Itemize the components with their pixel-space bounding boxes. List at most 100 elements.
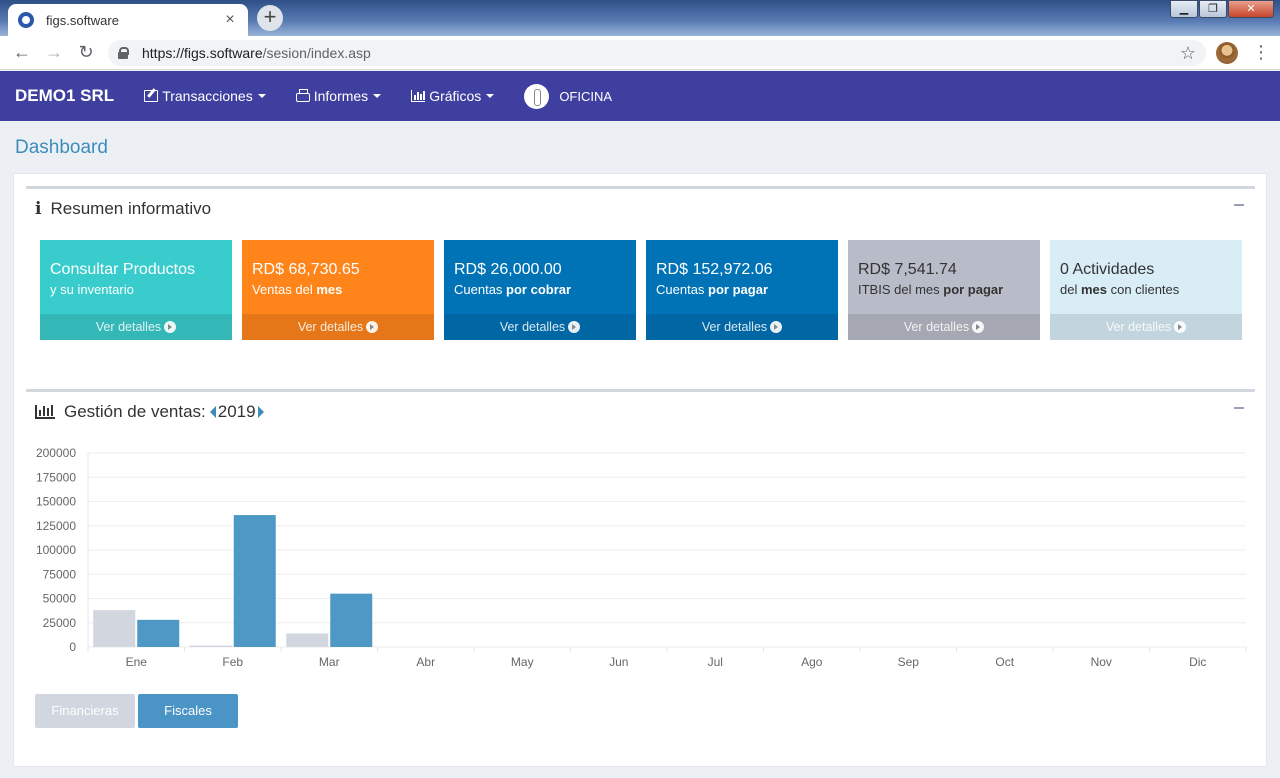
window-controls: ▁ ❐ ✕ bbox=[1169, 0, 1274, 18]
bar bbox=[189, 645, 232, 647]
y-tick-label: 175000 bbox=[36, 470, 76, 484]
arrow-circle-right-icon bbox=[770, 321, 783, 333]
bar-chart-icon bbox=[35, 405, 55, 419]
sales-year: 2019 bbox=[217, 402, 256, 421]
site-favicon-icon bbox=[18, 12, 34, 28]
tile-productos: Consultar Productos y su inventario Ver … bbox=[40, 240, 232, 340]
summary-box-header: i Resumen informativo bbox=[26, 189, 1255, 229]
nav-graficos[interactable]: Gráficos bbox=[411, 88, 495, 104]
tile-main: RD$ 68,730.65 bbox=[252, 261, 360, 278]
sales-title: Gestión de ventas: bbox=[64, 402, 206, 421]
print-icon bbox=[295, 88, 310, 102]
ver-detalles-link[interactable]: Ver detalles bbox=[646, 314, 838, 340]
tile-main: RD$ 7,541.74 bbox=[858, 261, 957, 278]
arrow-circle-right-icon bbox=[1174, 321, 1187, 333]
nav-graficos-label: Gráficos bbox=[429, 88, 482, 104]
new-tab-button[interactable]: + bbox=[257, 5, 283, 31]
nav-transacciones[interactable]: Transacciones bbox=[144, 88, 266, 104]
office-logo-icon bbox=[524, 83, 550, 109]
info-icon: i bbox=[35, 199, 42, 219]
tile-sub: ITBIS del mes por pagar bbox=[858, 282, 1004, 297]
y-tick-label: 50000 bbox=[43, 592, 77, 606]
collapse-sales-button[interactable] bbox=[1233, 402, 1245, 414]
profile-avatar[interactable] bbox=[1216, 42, 1238, 64]
tile-sub: Ventas del mes bbox=[252, 282, 343, 297]
sales-box: Gestión de ventas: 2019 0 25000 50000 75000… bbox=[26, 389, 1255, 736]
brand-name[interactable]: DEMO1 SRL bbox=[15, 86, 114, 106]
summary-tiles: Consultar Productos y su inventario Ver … bbox=[40, 240, 1252, 340]
tab-close-icon[interactable]: × bbox=[222, 12, 238, 28]
x-tick-label: Dic bbox=[1189, 655, 1206, 669]
caret-down-icon bbox=[257, 94, 266, 98]
back-button[interactable]: ← bbox=[6, 42, 38, 63]
y-tick-label: 100000 bbox=[36, 543, 76, 557]
content-container: i Resumen informativo Consultar Producto… bbox=[13, 173, 1267, 767]
nav-informes-label: Informes bbox=[313, 88, 369, 104]
bar bbox=[286, 633, 329, 647]
browser-toolbar: ← → ↻ https://figs.software/sesion/index… bbox=[0, 36, 1280, 70]
tab-title: figs.software bbox=[46, 12, 119, 28]
ver-detalles-link[interactable]: Ver detalles bbox=[444, 314, 636, 340]
office-label: OFICINA bbox=[559, 88, 613, 104]
bookmark-star-icon[interactable]: ☆ bbox=[1180, 43, 1196, 64]
next-year-icon[interactable] bbox=[257, 406, 264, 418]
y-tick-label: 200000 bbox=[36, 446, 76, 460]
minimize-button[interactable]: ▁ bbox=[1170, 0, 1198, 18]
bar-chart-icon bbox=[411, 90, 426, 102]
y-tick-label: 150000 bbox=[36, 495, 76, 509]
ver-detalles-link[interactable]: Ver detalles bbox=[848, 314, 1040, 340]
reload-button[interactable]: ↻ bbox=[70, 42, 102, 63]
caret-down-icon bbox=[486, 94, 495, 98]
ver-detalles-link[interactable]: Ver detalles bbox=[40, 314, 232, 340]
sales-box-header: Gestión de ventas: 2019 bbox=[26, 392, 1255, 432]
browser-menu-icon[interactable]: ⋮ bbox=[1252, 42, 1270, 62]
arrow-circle-right-icon bbox=[164, 321, 177, 333]
x-tick-label: Jun bbox=[609, 655, 628, 669]
tile-main: 0 Actividades bbox=[1060, 261, 1155, 278]
chart-mode-buttons: Financieras Fiscales bbox=[35, 694, 241, 728]
prev-year-icon[interactable] bbox=[209, 406, 216, 418]
nav-oficina[interactable]: OFICINA bbox=[524, 83, 613, 109]
summary-title: Resumen informativo bbox=[50, 199, 212, 218]
ver-detalles-link[interactable]: Ver detalles bbox=[242, 314, 434, 340]
tile-itbis: RD$ 7,541.74 ITBIS del mes por pagar Ver… bbox=[848, 240, 1040, 340]
tile-main: RD$ 152,972.06 bbox=[656, 261, 773, 278]
address-bar[interactable]: https://figs.software/sesion/index.asp ☆ bbox=[108, 40, 1206, 66]
ver-detalles-link[interactable]: Ver detalles bbox=[1050, 314, 1242, 340]
x-tick-label: May bbox=[511, 655, 534, 669]
arrow-circle-right-icon bbox=[972, 321, 985, 333]
sales-chart: 0 25000 50000 75000 100000 125000 150000 175000… bbox=[26, 442, 1255, 687]
bar bbox=[93, 610, 136, 647]
forward-button[interactable]: → bbox=[38, 42, 70, 63]
y-tick-label: 125000 bbox=[36, 519, 76, 533]
tile-sub: Cuentas por cobrar bbox=[454, 282, 572, 297]
y-tick-label: 75000 bbox=[43, 567, 77, 581]
maximize-button[interactable]: ❐ bbox=[1199, 0, 1227, 18]
tile-main: Consultar Productos bbox=[50, 261, 195, 278]
app-navbar: DEMO1 SRL Transacciones Informes Gráfico… bbox=[0, 71, 1280, 121]
edit-icon bbox=[144, 90, 159, 102]
x-tick-label: Mar bbox=[319, 655, 340, 669]
lock-icon[interactable] bbox=[118, 47, 129, 59]
x-tick-label: Oct bbox=[995, 655, 1014, 669]
arrow-circle-right-icon bbox=[366, 321, 379, 333]
x-tick-label: Nov bbox=[1091, 655, 1112, 669]
page-title: Dashboard bbox=[15, 137, 108, 158]
fiscales-button[interactable]: Fiscales bbox=[138, 694, 238, 728]
nav-informes[interactable]: Informes bbox=[295, 88, 382, 104]
arrow-circle-right-icon bbox=[568, 321, 581, 333]
y-tick-label: 0 bbox=[69, 640, 76, 654]
x-tick-label: Sep bbox=[898, 655, 920, 669]
browser-tab[interactable]: figs.software × bbox=[8, 4, 248, 36]
collapse-summary-button[interactable] bbox=[1233, 199, 1245, 211]
financieras-button[interactable]: Financieras bbox=[35, 694, 135, 728]
close-window-button[interactable]: ✕ bbox=[1228, 0, 1274, 18]
bar bbox=[137, 619, 180, 647]
url-text[interactable]: https://figs.software/sesion/index.asp bbox=[142, 45, 1180, 61]
tile-sub: del mes con clientes bbox=[1060, 282, 1180, 297]
x-tick-label: Jul bbox=[708, 655, 723, 669]
tile-cuentas-cobrar: RD$ 26,000.00 Cuentas por cobrar Ver det… bbox=[444, 240, 636, 340]
tile-cuentas-pagar: RD$ 152,972.06 Cuentas por pagar Ver det… bbox=[646, 240, 838, 340]
x-tick-label: Abr bbox=[416, 655, 435, 669]
x-tick-label: Ago bbox=[801, 655, 823, 669]
